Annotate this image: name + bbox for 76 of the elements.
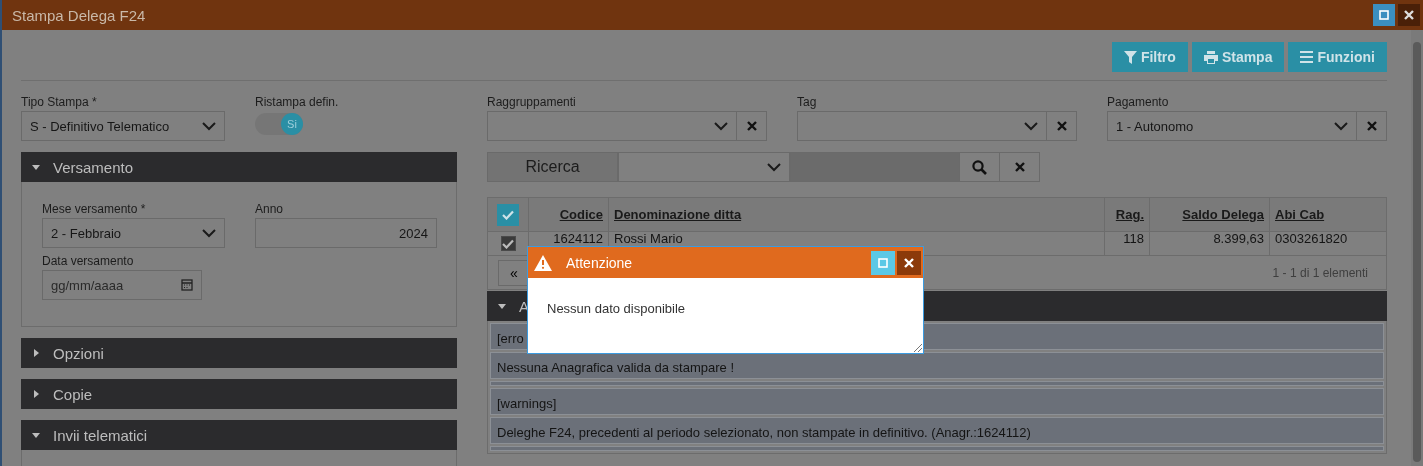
caret-right-icon (31, 389, 41, 399)
first-page-button[interactable]: « (498, 259, 530, 286)
close-button[interactable] (1398, 4, 1420, 26)
column-header[interactable]: Codice (528, 198, 608, 231)
close-icon (1014, 162, 1025, 172)
search-icon (972, 159, 987, 175)
resize-grip-icon[interactable] (914, 344, 922, 352)
toggle-knob: Si (281, 113, 303, 135)
field-label: Tag (797, 94, 818, 111)
caret-down-icon (31, 430, 41, 440)
field-label: Tipo Stampa * (21, 94, 98, 111)
warning-icon (534, 254, 552, 271)
table-cell: 8.399,63 (1149, 232, 1269, 255)
toolbar-button[interactable]: Filtro (1111, 42, 1188, 72)
column-header[interactable]: Rag. (1104, 198, 1149, 231)
pager-info: 1 - 1 di 1 elementi (1272, 265, 1368, 280)
close-icon (904, 257, 914, 268)
print-type-select[interactable]: S - Definitivo Telematico (21, 111, 225, 141)
year-field[interactable]: 2024 (255, 218, 437, 248)
field-label: Data versamento (42, 253, 135, 270)
section-header[interactable]: Invii telematici (21, 420, 457, 450)
caret-down-icon (497, 301, 507, 311)
search-button[interactable] (960, 152, 1000, 182)
chevron-down-icon (767, 162, 781, 172)
close-button[interactable] (897, 250, 921, 275)
section-header[interactable]: Versamento (21, 152, 457, 182)
toolbar-button[interactable]: Stampa (1191, 42, 1285, 72)
clear-button[interactable] (737, 111, 767, 141)
print-icon (1203, 50, 1218, 64)
caret-down-icon (31, 162, 41, 172)
log-message: Nessuna Anagrafica valida da stampare ! (490, 352, 1384, 379)
row-checkbox[interactable] (500, 236, 516, 251)
close-icon (746, 121, 757, 131)
column-header[interactable]: Denominazione ditta (608, 198, 1104, 231)
check-icon (502, 209, 514, 220)
month-select[interactable]: 2 - Febbraio (42, 218, 225, 248)
calendar-icon (181, 279, 193, 291)
chevron-down-icon (714, 121, 728, 131)
dialog-title: Attenzione (566, 254, 634, 271)
column-header[interactable]: Abi Cab (1269, 198, 1386, 231)
menu-icon (1300, 51, 1314, 63)
scrollbar[interactable] (1411, 30, 1423, 466)
field-label: Ristampa defin. (255, 94, 340, 111)
chevron-down-icon (1024, 121, 1038, 131)
clear-button[interactable] (1047, 111, 1077, 141)
clear-button[interactable] (1357, 111, 1387, 141)
window-title: Stampa Delega F24 (12, 6, 147, 24)
table-cell: 0303261820 (1269, 232, 1386, 255)
section-header[interactable]: Copie (21, 379, 457, 409)
chevron-down-icon (202, 121, 216, 131)
date-field[interactable]: gg/mm/aaaa (42, 270, 202, 300)
filter-icon (1123, 50, 1137, 64)
field-label: Pagamento (1107, 94, 1170, 111)
maximize-icon (1379, 10, 1389, 20)
close-icon (1056, 121, 1067, 131)
section-header[interactable]: Opzioni (21, 338, 457, 368)
filter-select[interactable]: 1 - Autonomo (1107, 111, 1357, 141)
chevron-down-icon (202, 228, 216, 238)
close-icon (1404, 10, 1414, 20)
field-label: Raggruppamenti (487, 94, 577, 111)
maximize-icon (878, 257, 888, 268)
check-icon (502, 238, 514, 249)
field-label: Anno (255, 201, 285, 218)
select-all-checkbox[interactable] (497, 203, 519, 226)
clear-button[interactable] (1000, 152, 1040, 182)
log-message: [warnings] (490, 388, 1384, 415)
log-message: Deleghe F24, precedenti al periodo selezionato, non stampate in definitivo. (Anagr.:1624112) (490, 417, 1384, 444)
dialog-message: Nessun dato disponibile (547, 301, 687, 316)
toolbar-button[interactable]: Funzioni (1288, 42, 1387, 72)
field-label: Mese versamento * (42, 201, 147, 218)
column-header[interactable]: Saldo Delega (1149, 198, 1269, 231)
table-cell: 118 (1104, 232, 1149, 255)
chevron-down-icon (1334, 121, 1348, 131)
caret-right-icon (31, 348, 41, 358)
close-icon (1366, 121, 1377, 131)
search-label: Ricerca (487, 152, 618, 182)
